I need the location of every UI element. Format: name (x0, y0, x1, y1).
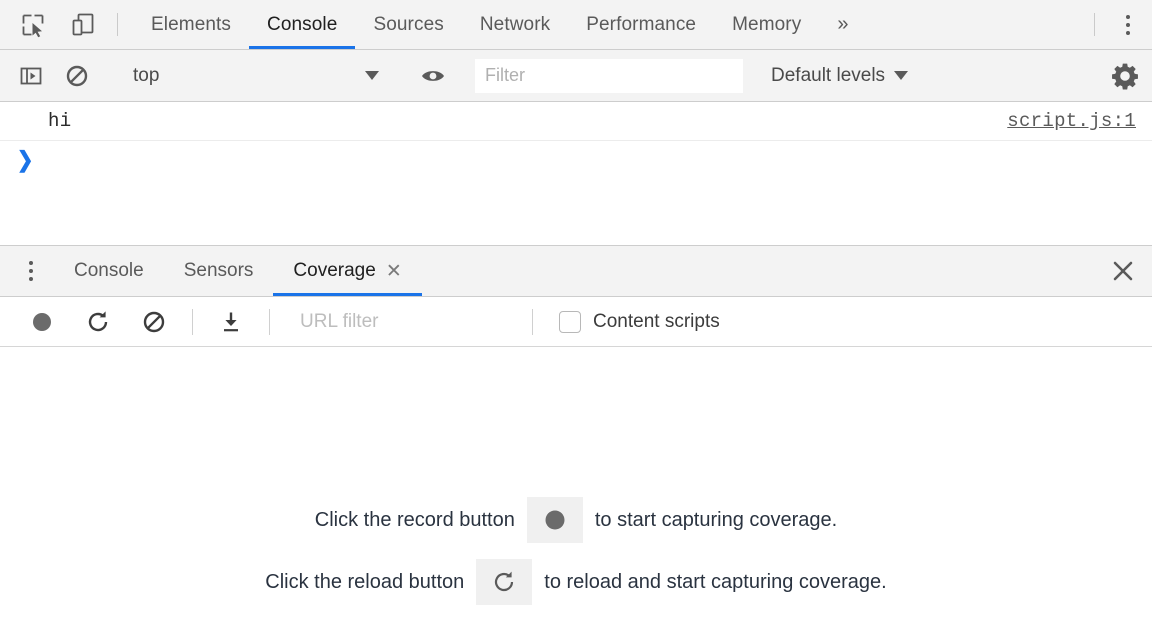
checkbox-box-icon[interactable] (559, 311, 581, 333)
coverage-toolbar-divider-2 (269, 309, 270, 335)
drawer-tab-console-label: Console (74, 260, 144, 282)
record-circle-icon (542, 507, 568, 533)
settings-gear-icon (1111, 62, 1139, 90)
coverage-hint-record-button[interactable] (527, 497, 583, 543)
context-selector-value: top (133, 65, 159, 87)
console-toolbar-right (1083, 53, 1148, 99)
drawer-tab-coverage-label: Coverage (293, 260, 375, 282)
coverage-hint-record-prefix: Click the record button (315, 509, 515, 532)
toolbar-divider-right (1094, 13, 1095, 36)
tab-performance-label: Performance (586, 14, 696, 36)
coverage-export-button[interactable] (203, 300, 259, 344)
reload-refresh-icon (491, 569, 517, 595)
content-scripts-label: Content scripts (593, 311, 720, 333)
coverage-hint-record: Click the record button to start capturi… (315, 497, 837, 543)
tab-memory-label: Memory (732, 14, 801, 36)
coverage-hint-reload-prefix: Click the reload button (265, 571, 464, 594)
coverage-toolbar-divider-1 (192, 309, 193, 335)
toolbar-divider (117, 13, 118, 36)
console-message-area: hi script.js:1 ❯ (0, 102, 1152, 245)
clear-all-icon (142, 310, 166, 334)
log-levels-value: Default levels (771, 65, 885, 87)
more-tabs-button[interactable]: » (819, 0, 866, 49)
console-message-text: hi (48, 110, 71, 132)
prompt-caret-icon: ❯ (17, 149, 34, 171)
live-expressions-button[interactable] (410, 53, 456, 99)
close-icon (1112, 260, 1134, 282)
console-filter-toolbar: top Default levels (0, 50, 1152, 102)
console-message-source-link[interactable]: script.js:1 (1007, 110, 1136, 132)
drawer-tab-sensors[interactable]: Sensors (164, 246, 274, 296)
drawer-tab-list: Console Sensors Coverage ✕ (54, 246, 422, 296)
console-message-row[interactable]: hi script.js:1 (0, 102, 1152, 141)
tab-sources[interactable]: Sources (355, 0, 461, 49)
tab-sources-label: Sources (373, 14, 443, 36)
tab-console[interactable]: Console (249, 0, 355, 49)
drawer-tab-sensors-label: Sensors (184, 260, 254, 282)
record-circle-icon (30, 310, 54, 334)
inspect-element-button[interactable] (8, 0, 58, 49)
main-tab-list: Elements Console Sources Network Perform… (133, 0, 866, 49)
tab-network-label: Network (480, 14, 550, 36)
tab-elements[interactable]: Elements (133, 0, 249, 49)
close-coverage-tab-icon[interactable]: ✕ (386, 262, 402, 281)
drawer-tab-console[interactable]: Console (54, 246, 164, 296)
device-toolbar-icon (70, 12, 96, 38)
coverage-record-button[interactable] (14, 300, 70, 344)
toggle-device-toolbar-button[interactable] (58, 0, 108, 49)
live-expressions-eye-icon (420, 63, 446, 89)
coverage-clear-button[interactable] (126, 300, 182, 344)
clear-console-icon (65, 64, 89, 88)
inspect-element-icon (20, 12, 46, 38)
chevron-down-icon (365, 71, 379, 80)
coverage-hint-reload-suffix: to reload and start capturing coverage. (544, 571, 886, 594)
close-drawer-button[interactable] (1094, 246, 1152, 296)
clear-console-button[interactable] (54, 53, 100, 99)
console-input-prompt[interactable]: ❯ (0, 141, 1152, 179)
drawer-more-options-kebab-icon (29, 261, 33, 281)
drawer-tab-bar: Console Sensors Coverage ✕ (0, 246, 1152, 297)
coverage-reload-button[interactable] (70, 300, 126, 344)
coverage-hint-reload-button[interactable] (476, 559, 532, 605)
export-download-icon (219, 310, 243, 334)
customize-devtools-button[interactable] (1104, 0, 1152, 49)
tab-console-label: Console (267, 14, 337, 36)
javascript-context-selector[interactable]: top (119, 53, 391, 99)
coverage-empty-state: Click the record button to start capturi… (0, 347, 1152, 638)
console-sidebar-icon (19, 64, 43, 88)
chevron-double-right-icon: » (837, 13, 848, 36)
console-log-levels-selector[interactable]: Default levels (757, 53, 922, 99)
chevron-down-icon (894, 71, 908, 80)
main-toolbar: Elements Console Sources Network Perform… (0, 0, 1152, 50)
coverage-toolbar: Content scripts (0, 297, 1152, 347)
coverage-hint-reload: Click the reload button to reload and st… (265, 559, 886, 605)
coverage-hint-record-suffix: to start capturing coverage. (595, 509, 837, 532)
drawer-tab-coverage[interactable]: Coverage ✕ (273, 246, 421, 296)
more-options-kebab-icon (1126, 15, 1130, 35)
content-scripts-checkbox[interactable]: Content scripts (559, 311, 720, 333)
devtools-window: Elements Console Sources Network Perform… (0, 0, 1152, 638)
devtools-settings-button[interactable] (1102, 53, 1148, 99)
drawer-more-options-button[interactable] (8, 246, 54, 296)
console-sidebar-toggle-button[interactable] (8, 53, 54, 99)
drawer-panel: Console Sensors Coverage ✕ (0, 245, 1152, 638)
coverage-url-filter-input[interactable] (292, 306, 522, 338)
tab-performance[interactable]: Performance (568, 0, 714, 49)
tab-memory[interactable]: Memory (714, 0, 819, 49)
console-filter-input[interactable] (475, 59, 743, 93)
tab-network[interactable]: Network (462, 0, 568, 49)
tab-elements-label: Elements (151, 14, 231, 36)
coverage-toolbar-divider-3 (532, 309, 533, 335)
main-toolbar-right (1085, 0, 1152, 49)
reload-refresh-icon (85, 309, 111, 335)
